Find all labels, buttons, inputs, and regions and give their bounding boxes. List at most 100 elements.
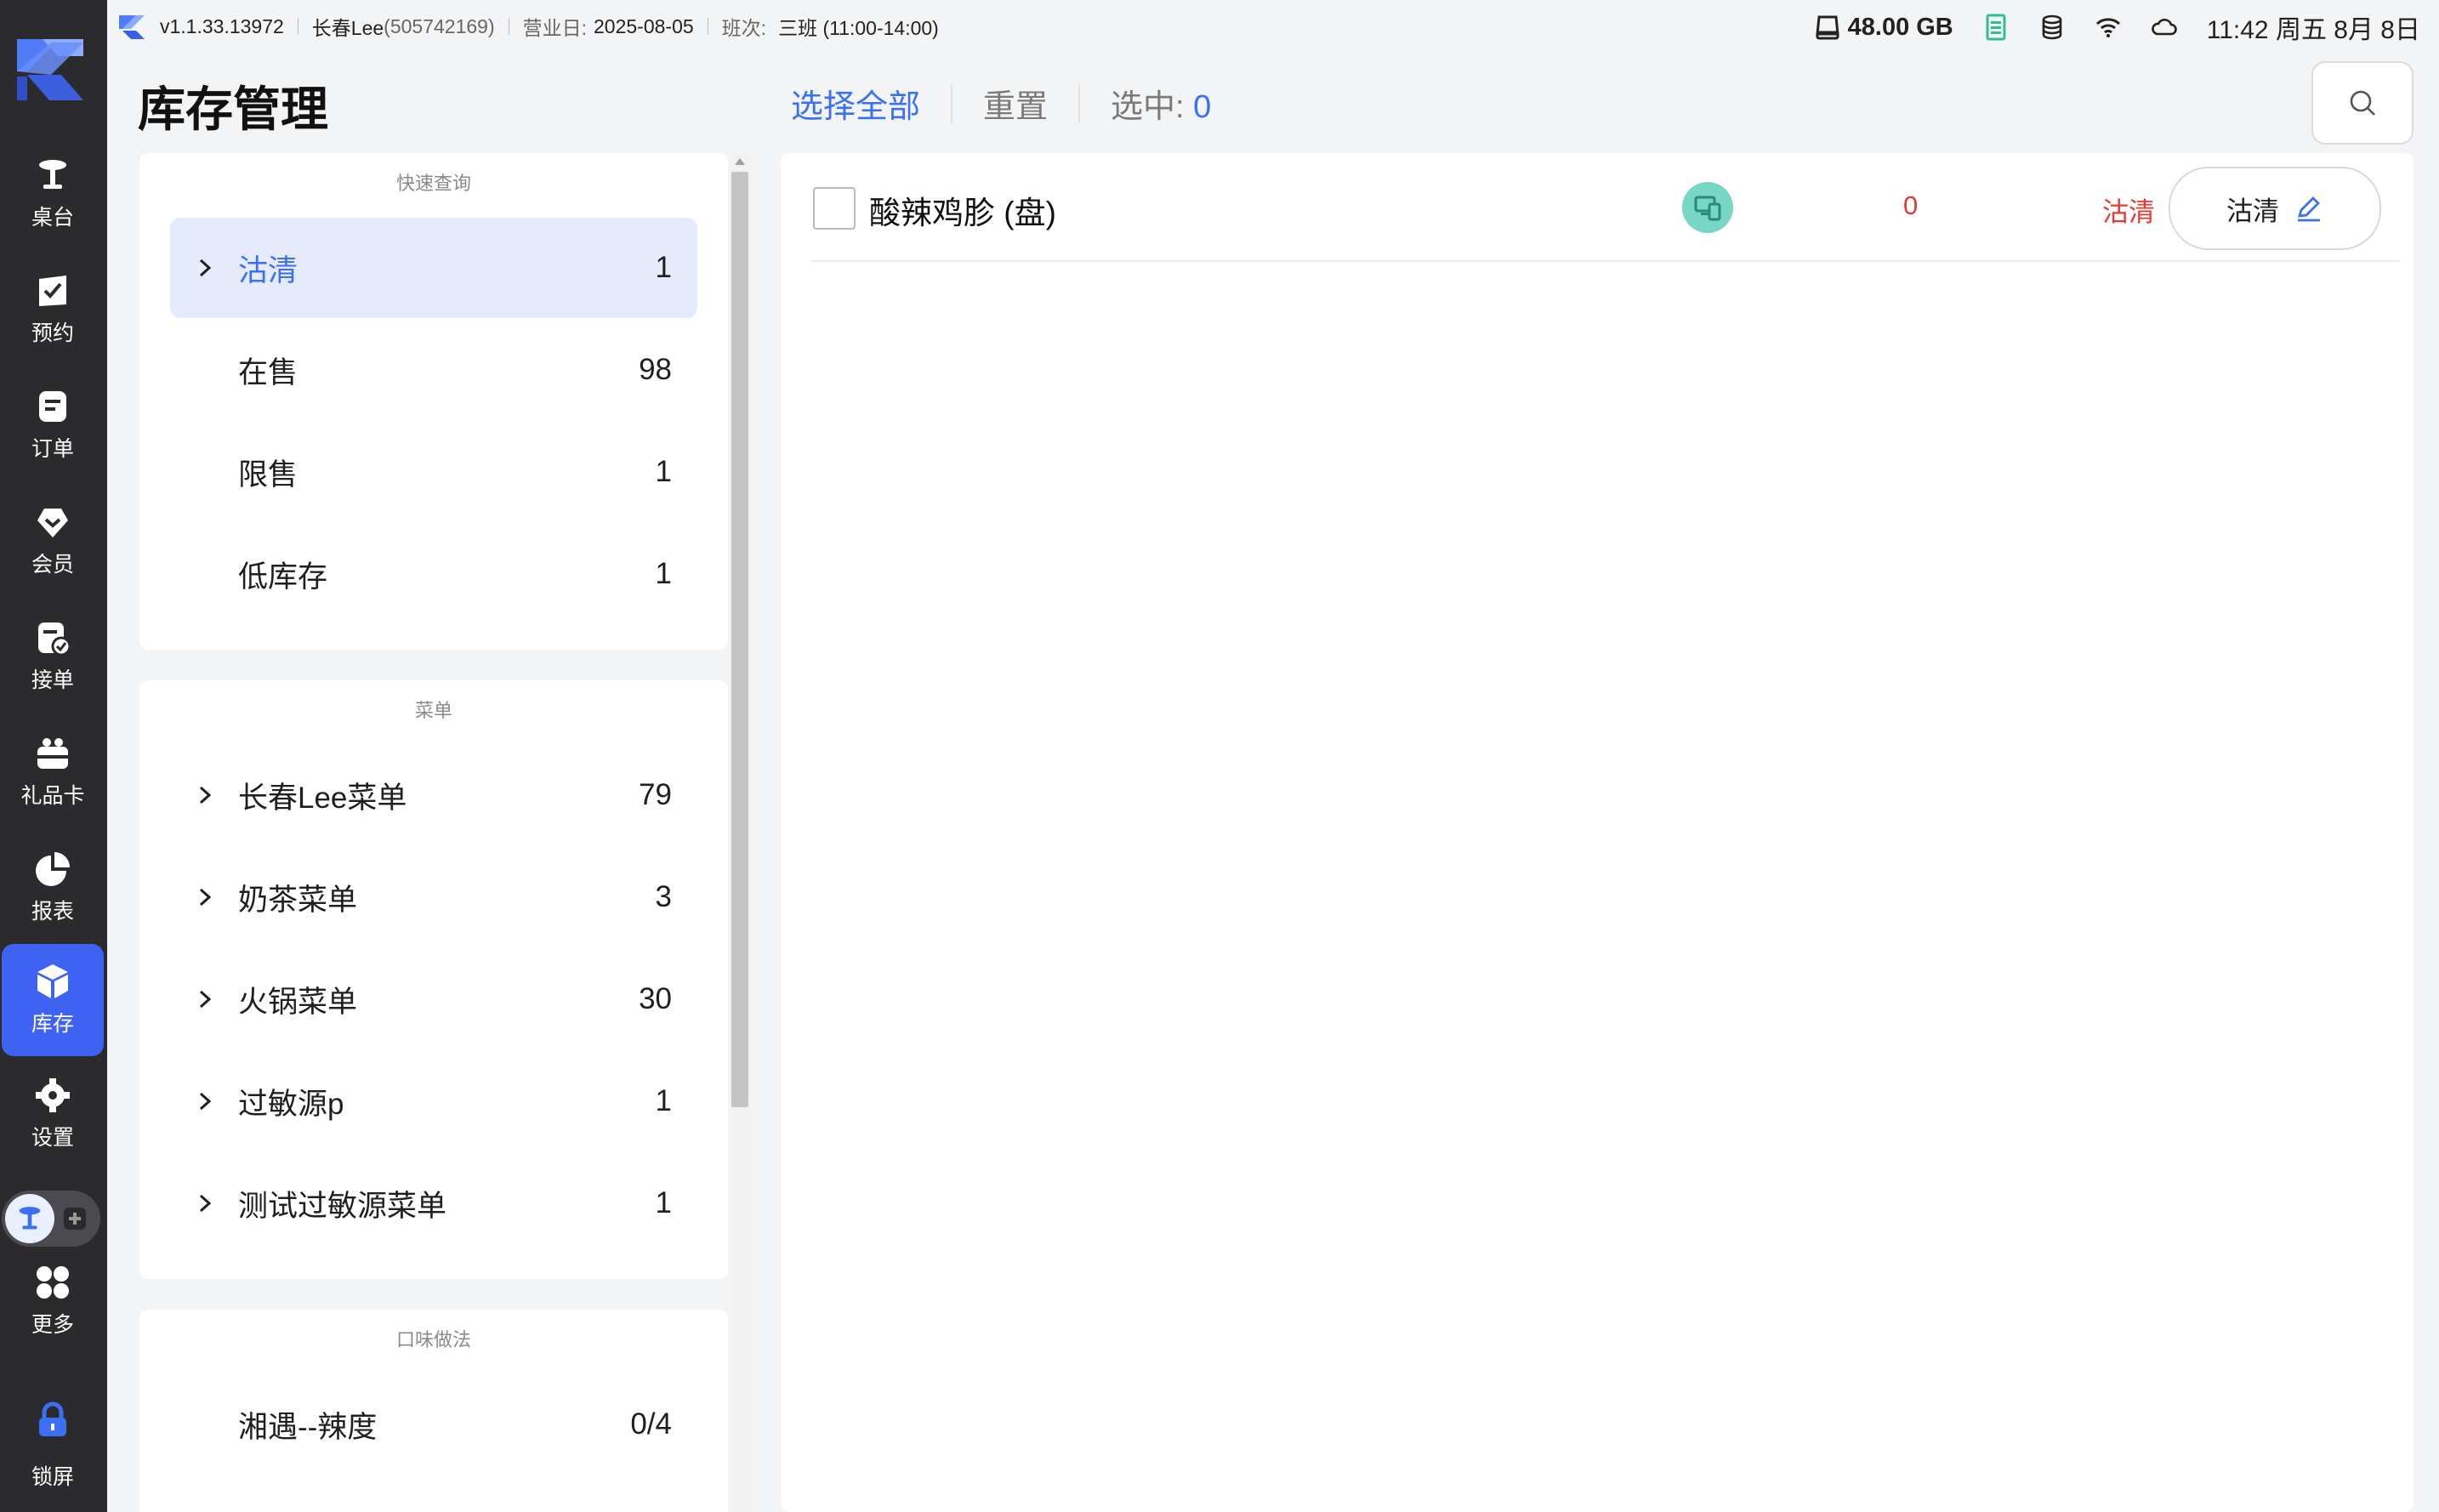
shift-label: 班次: — [721, 17, 767, 39]
filter-item-limited[interactable]: 限售 1 — [170, 422, 697, 522]
item-status: 沽清 — [2102, 197, 2155, 227]
menu-count: 30 — [639, 982, 672, 1015]
store-name: 长春Lee — [311, 17, 384, 39]
edit-stock-button[interactable]: 沽清 — [2169, 167, 2381, 250]
list-item[interactable]: 酸辣鸡胗 (盘) 0 沽清 沽清 — [781, 153, 2413, 262]
filter-count: 1 — [655, 455, 672, 488]
app-logo — [17, 39, 83, 100]
table-icon — [39, 160, 66, 189]
filter-label: 沽清 — [238, 253, 298, 287]
menu-item[interactable]: 长春Lee菜单 79 — [170, 745, 697, 845]
menu-item[interactable]: 火锅菜单 30 — [170, 949, 697, 1049]
menu-count: 79 — [639, 778, 672, 811]
item-checkbox[interactable] — [813, 187, 856, 230]
pencil-icon — [2298, 196, 2320, 222]
menu-label: 火锅菜单 — [238, 985, 358, 1019]
app-logo-small — [119, 15, 145, 39]
store-id: (505742169) — [384, 14, 495, 37]
menu-label: 长春Lee菜单 — [238, 781, 407, 815]
nav-item-table[interactable]: 桌台 — [2, 138, 104, 250]
search-icon — [2350, 90, 2375, 116]
accept-order-icon — [38, 622, 71, 657]
nav-label: 订单 — [31, 437, 74, 461]
menu-label: 奶茶菜单 — [238, 883, 358, 917]
flavor-title: 口味做法 — [395, 1329, 471, 1350]
reset-button[interactable]: 重置 — [983, 80, 1048, 127]
flavor-count: 0/4 — [630, 1407, 672, 1441]
reservation-icon — [39, 276, 66, 306]
menu-label: 过敏源p — [238, 1087, 344, 1121]
nav-label: 设置 — [31, 1126, 74, 1150]
inventory-icon — [37, 964, 68, 998]
flavor-label: 湘遇--辣度 — [238, 1410, 378, 1444]
selected-count: 选中: 0 — [1111, 89, 1212, 125]
database-icon[interactable] — [2038, 14, 2066, 41]
menu-item[interactable]: 测试过敏源菜单 1 — [170, 1153, 697, 1253]
menu-title: 菜单 — [414, 700, 452, 721]
menu-count: 1 — [655, 1186, 672, 1219]
nav-label: 库存 — [31, 1012, 74, 1036]
filter-count: 1 — [655, 557, 672, 590]
chevron-right-icon — [199, 990, 212, 1009]
page-title: 库存管理 — [138, 82, 328, 136]
filter-item-sold-out[interactable]: 沽清 1 — [170, 218, 697, 318]
flavor-item[interactable]: 湘遇--辣度 0/4 — [170, 1374, 697, 1475]
app-version: v1.1.33.13972 — [160, 14, 284, 37]
inventory-list: 酸辣鸡胗 (盘) 0 沽清 沽清 — [781, 153, 2413, 1512]
clock: 11:42 周五 8月 8日 — [2206, 16, 2420, 44]
menu-count: 1 — [655, 1084, 672, 1117]
nav-label: 会员 — [31, 553, 74, 577]
chevron-right-icon — [199, 1092, 212, 1111]
order-icon — [39, 391, 66, 422]
item-quantity: 0 — [1903, 190, 1919, 220]
nav-label: 接单 — [31, 668, 74, 692]
more-icon — [37, 1266, 69, 1299]
toggle-knob — [5, 1194, 54, 1243]
shift: 三班 (11:00-14:00) — [778, 17, 939, 39]
chevron-right-icon — [199, 259, 212, 277]
nav-label: 报表 — [31, 900, 74, 924]
nav-item-order[interactable]: 订单 — [2, 369, 104, 481]
disk-icon — [1815, 15, 1839, 40]
nav-item-more[interactable]: 更多 — [2, 1245, 104, 1357]
flavor-card: 口味做法 湘遇--辣度 0/4 — [139, 1310, 728, 1512]
edit-stock-label: 沽清 — [2226, 196, 2279, 226]
search-button[interactable] — [2311, 61, 2413, 145]
business-day: 2025-08-05 — [594, 14, 694, 37]
nav-item-gift-card[interactable]: 礼品卡 — [2, 716, 104, 828]
nav-item-member[interactable]: 会员 — [2, 485, 104, 597]
nav-item-settings[interactable]: 设置 — [2, 1058, 104, 1170]
printer-status-icon[interactable] — [1982, 14, 2010, 41]
settings-icon — [36, 1078, 70, 1112]
status-bar: v1.1.33.13972 长春Lee (505742169) 营业日: 202… — [107, 0, 2439, 51]
wifi-icon[interactable] — [2095, 14, 2122, 41]
report-icon — [36, 852, 70, 886]
scroll-thumb[interactable] — [731, 172, 748, 1107]
nav-item-inventory[interactable]: 库存 — [2, 944, 104, 1056]
filter-count: 1 — [655, 251, 672, 284]
side-nav: 桌台 预约 订单 会员 接单 礼品卡 报表 库存 设置 更多 锁屏 — [0, 0, 107, 1512]
menu-item[interactable]: 奶茶菜单 3 — [170, 847, 697, 947]
filter-scrollbar[interactable] — [730, 153, 750, 1512]
select-all-button[interactable]: 选择全部 — [791, 80, 920, 127]
chevron-right-icon — [199, 786, 212, 804]
member-icon — [37, 509, 68, 537]
filter-label: 限售 — [238, 458, 298, 492]
nav-item-lock[interactable]: 锁屏 — [2, 1386, 104, 1505]
nav-item-reservation[interactable]: 预约 — [2, 253, 104, 366]
filter-count: 98 — [639, 353, 672, 386]
nav-item-accept-order[interactable]: 接单 — [2, 600, 104, 713]
nav-item-report[interactable]: 报表 — [2, 832, 104, 944]
nav-label: 锁屏 — [31, 1465, 74, 1489]
chevron-right-icon — [199, 1194, 212, 1213]
pos-device-icon — [1682, 182, 1733, 233]
menu-label: 测试过敏源菜单 — [238, 1189, 447, 1223]
mode-toggle[interactable] — [2, 1191, 100, 1247]
cloud-icon[interactable] — [2151, 14, 2178, 41]
filter-item-on-sale[interactable]: 在售 98 — [170, 320, 697, 420]
menu-item[interactable]: 过敏源p 1 — [170, 1051, 697, 1151]
filter-item-low-stock[interactable]: 低库存 1 — [170, 524, 697, 624]
quick-query-card: 快速查询 沽清 1 在售 98 限售 1 低库存 1 — [139, 153, 728, 650]
scroll-up-arrow[interactable] — [735, 158, 745, 165]
disk-space: 48.00 GB — [1847, 13, 1953, 41]
